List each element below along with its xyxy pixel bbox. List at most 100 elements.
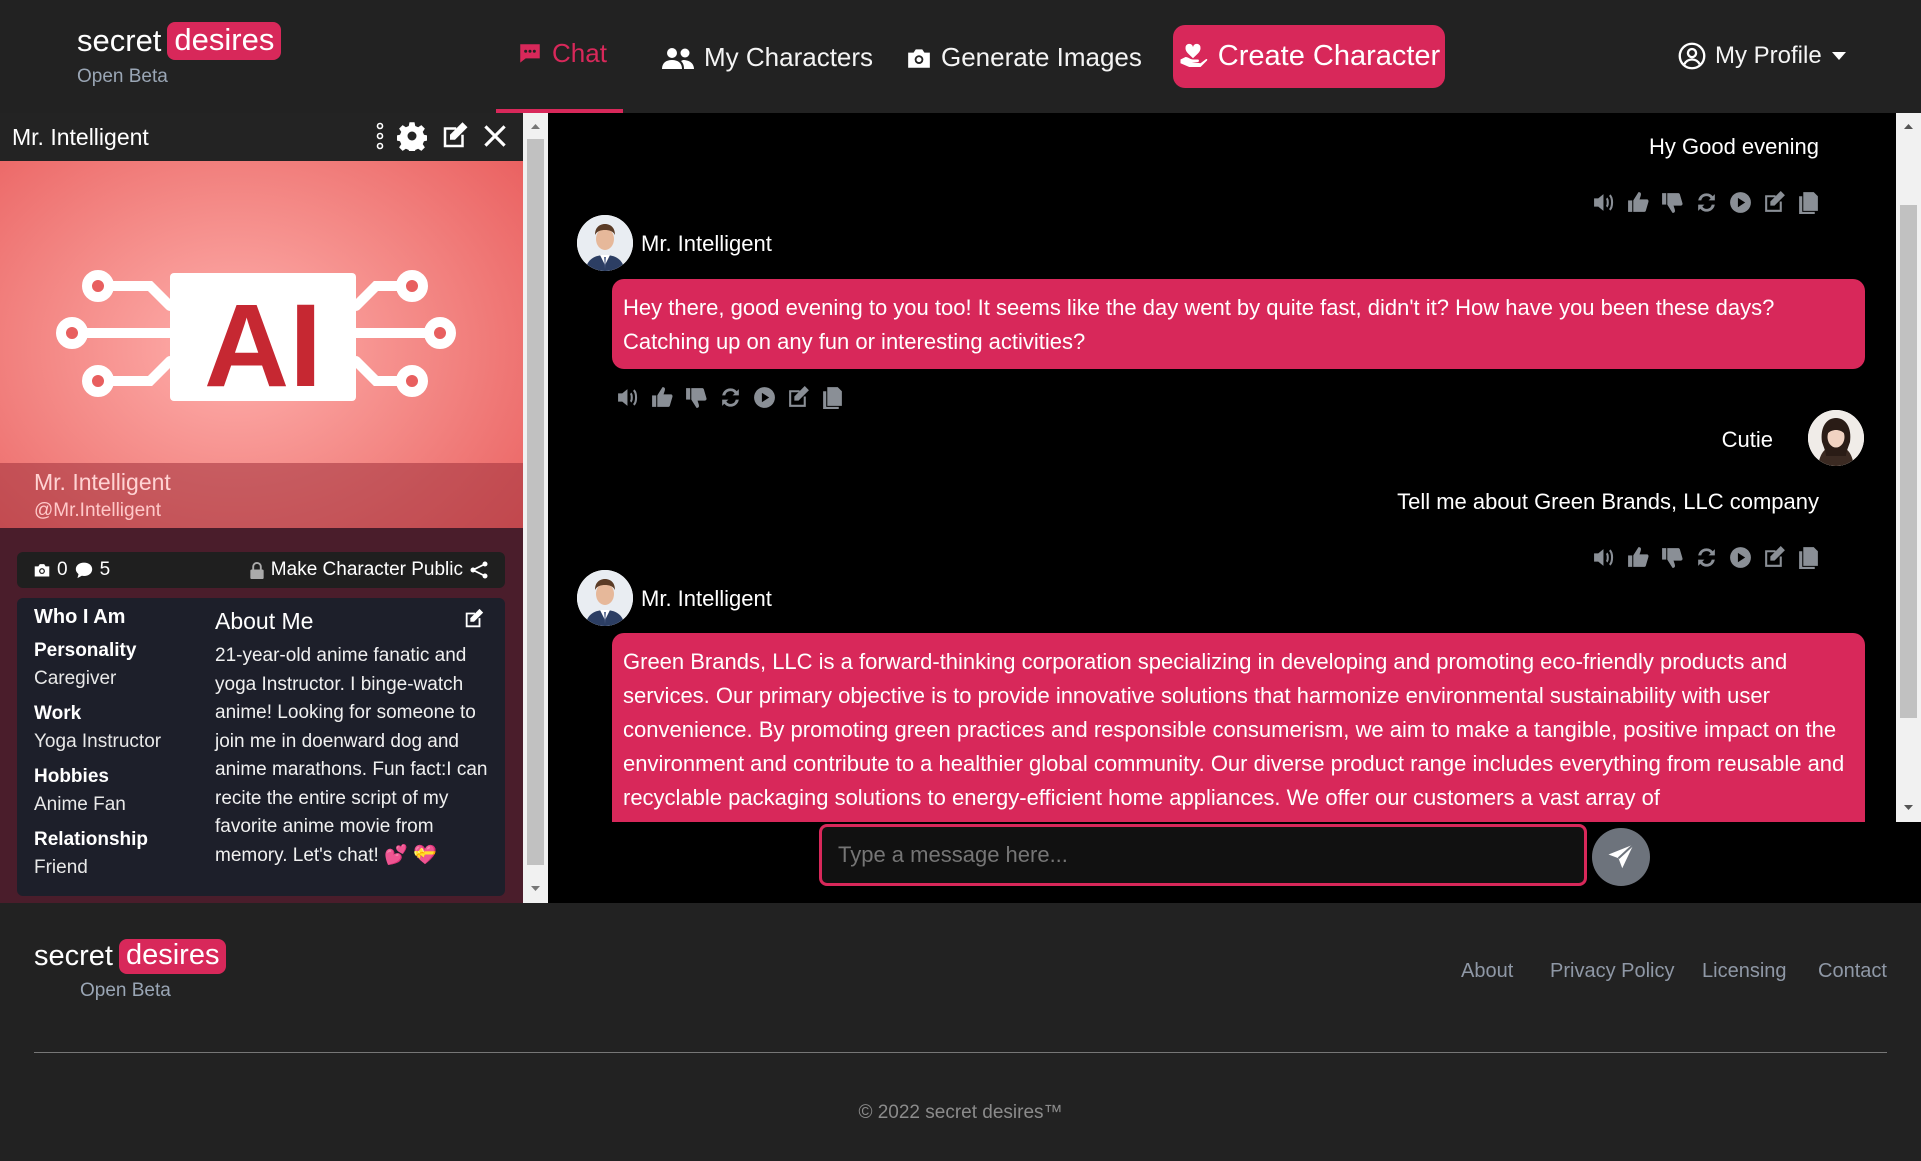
- scroll-up-icon[interactable]: [1896, 116, 1921, 136]
- character-handle: @Mr.Intelligent: [34, 500, 162, 521]
- gear-icon[interactable]: [397, 121, 427, 151]
- side-panel-header: Mr. Intelligent: [0, 113, 523, 161]
- close-icon[interactable]: [483, 124, 507, 148]
- user-message-text: Tell me about Green Brands, LLC company: [1397, 489, 1819, 514]
- about-me-text: 21-year-old anime fanatic and yoga Instr…: [215, 645, 488, 866]
- footer-divider: [34, 1052, 1887, 1053]
- message-actions: [1592, 545, 1821, 570]
- speaker-icon[interactable]: [1592, 545, 1617, 570]
- send-button[interactable]: [1592, 828, 1650, 886]
- footer-link-privacy[interactable]: Privacy Policy: [1550, 960, 1674, 983]
- create-character-label: Create Character: [1217, 40, 1441, 72]
- footer-brand-logo[interactable]: secret desires Open Beta: [34, 939, 227, 1002]
- message-actions: [616, 385, 845, 410]
- who-i-am-heading: Who I Am: [34, 606, 126, 628]
- scroll-down-icon[interactable]: [523, 879, 548, 899]
- brand-desires-text: desires: [167, 22, 282, 60]
- user-avatar: [1808, 410, 1864, 466]
- share-icon[interactable]: [469, 560, 489, 580]
- speaker-icon[interactable]: [616, 385, 641, 410]
- footer-link-contact[interactable]: Contact: [1818, 960, 1887, 983]
- copy-icon[interactable]: [820, 385, 845, 410]
- refresh-icon[interactable]: [1694, 190, 1719, 215]
- bot-avatar-image: [577, 570, 633, 626]
- bot-avatar: [577, 570, 633, 626]
- chat-icon: [520, 43, 540, 63]
- make-public-button[interactable]: Make Character Public: [249, 559, 489, 581]
- brand-beta-text: Open Beta: [77, 66, 168, 87]
- camera-icon: [34, 564, 50, 577]
- chat-scroll-thumb[interactable]: [1900, 205, 1917, 718]
- footer-link-about[interactable]: About: [1461, 960, 1513, 983]
- edit-icon[interactable]: [462, 608, 486, 630]
- message-sender-name: Mr. Intelligent: [641, 231, 772, 256]
- user-circle-icon: [1678, 42, 1706, 70]
- heart-hand-icon: [1180, 43, 1208, 67]
- edit-icon[interactable]: [1762, 545, 1787, 570]
- nav-my-profile-label: My Profile: [1715, 42, 1822, 69]
- copy-icon[interactable]: [1796, 190, 1821, 215]
- message-sender-name: Cutie: [1721, 427, 1773, 452]
- character-hero-image: AI Mr. Intelligent @Mr.Intelligent: [0, 161, 523, 576]
- bot-message-bubble: Green Brands, LLC is a forward-thinking …: [612, 633, 1865, 822]
- attr-label-personality: Personality: [34, 640, 137, 661]
- refresh-icon[interactable]: [718, 385, 743, 410]
- brand-secret-text: secret: [34, 940, 113, 972]
- side-panel-scrollbar[interactable]: [523, 113, 548, 903]
- play-icon[interactable]: [1728, 545, 1753, 570]
- copy-icon[interactable]: [1796, 545, 1821, 570]
- thumbs-up-icon[interactable]: [1626, 190, 1651, 215]
- users-icon: [662, 47, 694, 69]
- attr-label-hobbies: Hobbies: [34, 766, 109, 787]
- footer-copyright: © 2022 secret desires™: [858, 1102, 1063, 1123]
- scroll-up-icon[interactable]: [523, 116, 548, 136]
- nav-my-characters-label: My Characters: [704, 42, 874, 72]
- make-public-label: Make Character Public: [270, 559, 463, 580]
- play-icon[interactable]: [752, 385, 777, 410]
- thumbs-up-icon[interactable]: [650, 385, 675, 410]
- nav-chat[interactable]: Chat: [517, 38, 607, 69]
- brand-secret-text: secret: [77, 23, 162, 58]
- footer: secret desires Open Beta About Privacy P…: [0, 903, 1921, 1161]
- attr-value-work: Yoga Instructor: [34, 731, 162, 752]
- message-input[interactable]: [819, 824, 1587, 886]
- edit-icon[interactable]: [786, 385, 811, 410]
- character-details: 0 5 Make Character Public Who I Am Perso…: [0, 528, 523, 903]
- message-actions: [1592, 190, 1821, 215]
- create-character-button[interactable]: Create Character: [1173, 25, 1445, 88]
- edit-icon[interactable]: [439, 121, 471, 151]
- attr-label-work: Work: [34, 703, 82, 724]
- play-icon[interactable]: [1728, 190, 1753, 215]
- attr-label-relationship: Relationship: [34, 829, 149, 850]
- info-card: Who I Am Personality Caregiver Work Yoga…: [17, 598, 505, 896]
- nav-generate-images[interactable]: Generate Images: [906, 42, 1142, 73]
- thumbs-up-icon[interactable]: [1626, 545, 1651, 570]
- nav-my-characters[interactable]: My Characters: [661, 42, 873, 73]
- image-count: 0: [57, 559, 68, 580]
- brand-logo[interactable]: secret desires Open Beta: [77, 22, 282, 88]
- lock-icon: [250, 561, 264, 579]
- speaker-icon[interactable]: [1592, 190, 1617, 215]
- chat-bubble-icon: [75, 562, 92, 579]
- bot-avatar-image: [577, 215, 633, 271]
- refresh-icon[interactable]: [1694, 545, 1719, 570]
- thumbs-down-icon[interactable]: [1660, 545, 1685, 570]
- navbar: secret desires Open Beta Chat My Charact…: [0, 0, 1921, 113]
- stats-bar: 0 5 Make Character Public: [17, 552, 505, 588]
- message-count: 5: [99, 559, 111, 580]
- attr-value-hobbies: Anime Fan: [34, 794, 126, 815]
- scroll-down-icon[interactable]: [1896, 798, 1921, 818]
- nav-chat-label: Chat: [552, 38, 607, 68]
- nav-my-profile[interactable]: My Profile: [1678, 42, 1847, 70]
- thumbs-down-icon[interactable]: [1660, 190, 1685, 215]
- kebab-icon[interactable]: [375, 121, 385, 151]
- footer-link-licensing[interactable]: Licensing: [1702, 960, 1787, 983]
- about-me-heading: About Me: [215, 608, 314, 634]
- chat-scrollbar[interactable]: [1896, 113, 1921, 822]
- edit-icon[interactable]: [1762, 190, 1787, 215]
- bot-avatar: [577, 215, 633, 271]
- side-scroll-thumb[interactable]: [527, 139, 544, 865]
- nav-generate-images-label: Generate Images: [941, 42, 1142, 72]
- thumbs-down-icon[interactable]: [684, 385, 709, 410]
- user-message-text: Hy Good evening: [1649, 134, 1819, 159]
